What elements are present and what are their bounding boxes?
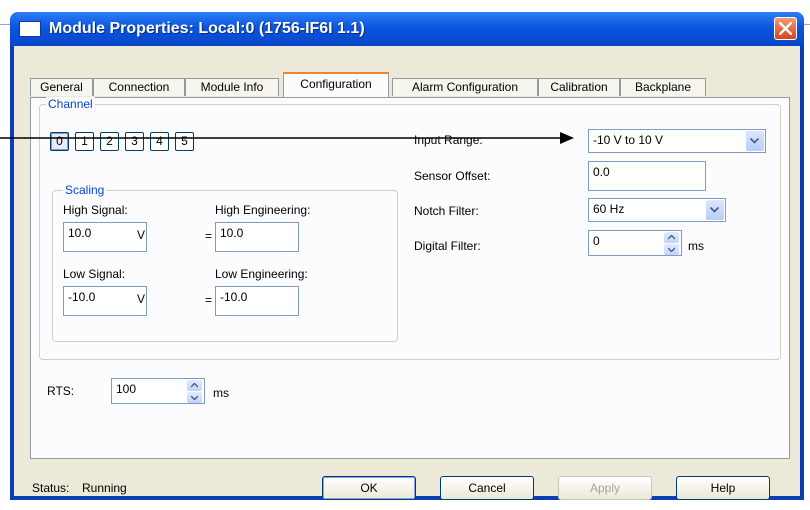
annotation-arrow bbox=[0, 132, 574, 144]
tab-configuration[interactable]: Configuration bbox=[283, 72, 389, 97]
